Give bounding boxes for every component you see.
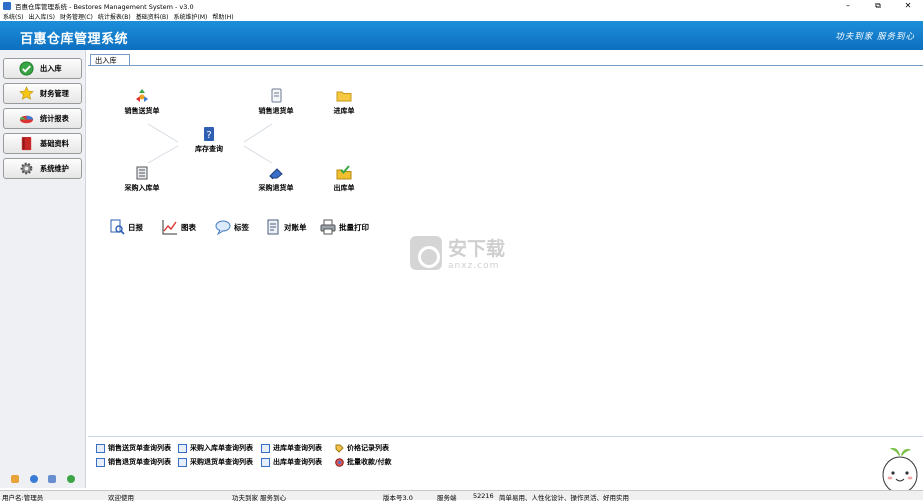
status-user: 用户名:管理员	[2, 494, 44, 502]
quicklink-sales-return-list[interactable]: 销售退货单查询列表	[96, 457, 171, 467]
statement-button[interactable]: 对账单	[265, 218, 307, 236]
price-tag-icon	[335, 444, 344, 453]
list-icon	[96, 443, 105, 453]
printer-icon	[320, 219, 336, 235]
svg-text:?: ?	[206, 130, 211, 141]
daily-report-button[interactable]: 日报	[109, 218, 143, 236]
recycle-icon	[134, 88, 150, 104]
status-motto: 功夫到家 服务到心	[232, 494, 287, 502]
magnifier-document-icon	[109, 219, 125, 235]
node-label: 销售送货单	[124, 107, 160, 115]
ledger-icon	[265, 219, 281, 235]
watermark-text: 安下载	[448, 238, 506, 260]
labels-label: 标签	[234, 222, 249, 232]
quicklink-purchase-in-list[interactable]: 采购入库单查询列表	[178, 443, 253, 453]
quicklink-label: 采购入库单查询列表	[190, 444, 253, 452]
quicklink-batch-payment[interactable]: 批量收款/付款	[335, 457, 392, 467]
node-sales-return[interactable]: 销售退货单	[241, 88, 311, 116]
labels-button[interactable]: 标签	[215, 218, 249, 236]
list-icon	[178, 457, 187, 467]
watermark-url: anxz.com	[448, 261, 500, 271]
node-stock-out[interactable]: 出库单	[309, 165, 379, 193]
node-purchase-return[interactable]: 采购退货单	[241, 165, 311, 193]
statusbar: 用户名:管理员 欢迎使用 功夫到家 服务到心 版本号3.0 服务端 52216 …	[0, 490, 923, 502]
quick-links-panel: 销售送货单查询列表 采购入库单查询列表 进库单查询列表 价格记录列表 销售退货单…	[88, 436, 923, 488]
quicklink-label: 出库单查询列表	[273, 458, 322, 466]
check-folder-icon	[336, 165, 352, 181]
daily-report-label: 日报	[128, 222, 143, 232]
node-label: 采购入库单	[124, 184, 160, 192]
quicklink-label: 进库单查询列表	[273, 444, 322, 452]
list-icon	[261, 443, 270, 453]
document-scroll-icon	[268, 88, 284, 104]
node-sales-delivery[interactable]: 销售送货单	[107, 88, 177, 116]
quicklink-label: 采购退货单查询列表	[190, 458, 253, 466]
statement-label: 对账单	[284, 222, 307, 232]
node-stock-in[interactable]: 进库单	[309, 88, 379, 116]
node-purchase-in[interactable]: 采购入库单	[107, 165, 177, 193]
money-icon	[335, 457, 344, 467]
list-icon	[96, 457, 105, 467]
quicklink-price-record-list[interactable]: 价格记录列表	[335, 443, 389, 453]
speech-bubble-icon	[215, 219, 231, 235]
quicklink-label: 销售送货单查询列表	[108, 444, 171, 452]
status-port: 52216	[473, 492, 494, 500]
chart-button[interactable]: 图表	[162, 218, 196, 236]
quicklink-label: 批量收款/付款	[347, 458, 392, 466]
scroll-icon	[134, 165, 150, 181]
node-label: 库存查询	[195, 145, 223, 153]
list-icon	[261, 457, 270, 467]
node-label: 出库单	[333, 184, 355, 192]
line-chart-icon	[162, 219, 178, 235]
status-welcome: 欢迎使用	[108, 494, 134, 502]
status-tagline: 简单易用、人性化设计、操作灵活、好用实用	[499, 494, 629, 502]
chart-label: 图表	[181, 222, 196, 232]
folder-icon	[336, 88, 352, 104]
node-label: 销售退货单	[258, 107, 294, 115]
help-book-icon: ?	[201, 126, 217, 142]
shopping-bag-icon	[410, 235, 442, 270]
list-icon	[178, 443, 187, 453]
quicklink-label: 价格记录列表	[347, 444, 389, 452]
status-version: 版本号3.0	[383, 494, 413, 502]
batch-print-button[interactable]: 批量打印	[320, 218, 369, 236]
watermark-logo: 安下载 anxz.com	[410, 234, 505, 271]
batch-print-label: 批量打印	[339, 222, 369, 232]
quicklink-label: 销售退货单查询列表	[108, 458, 171, 466]
node-label: 采购退货单	[258, 184, 294, 192]
quicklink-purchase-return-list[interactable]: 采购退货单查询列表	[178, 457, 253, 467]
eraser-icon	[268, 165, 284, 181]
node-label: 进库单	[333, 107, 355, 115]
quicklink-sales-delivery-list[interactable]: 销售送货单查询列表	[96, 443, 171, 453]
node-inventory-query[interactable]: ? 库存查询	[174, 126, 244, 154]
quicklink-stock-in-list[interactable]: 进库单查询列表	[261, 443, 322, 453]
status-service-label: 服务端	[437, 494, 457, 502]
quicklink-stock-out-list[interactable]: 出库单查询列表	[261, 457, 322, 467]
